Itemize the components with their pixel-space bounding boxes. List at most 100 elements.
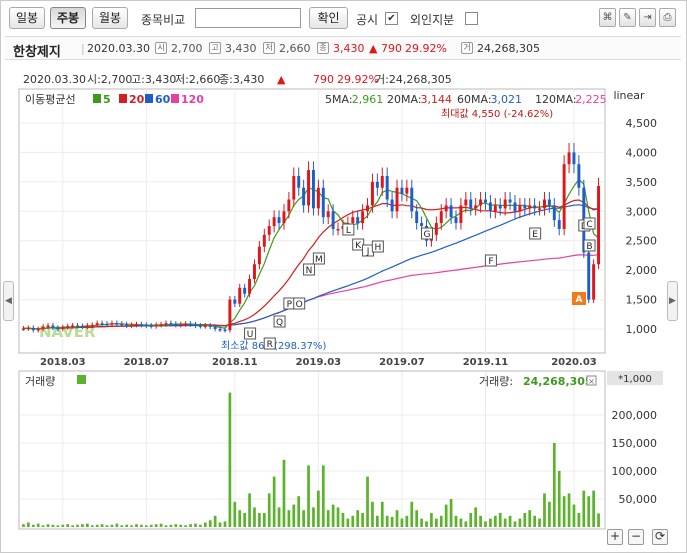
volume-bar bbox=[513, 521, 517, 527]
volume-bar bbox=[597, 513, 600, 527]
candle-body bbox=[375, 181, 379, 188]
volume-bar bbox=[228, 392, 232, 527]
x-tick-label: 2019.11 bbox=[463, 357, 509, 368]
event-marker-label: N bbox=[306, 266, 313, 276]
volume-bar bbox=[420, 518, 423, 527]
volume-bar bbox=[282, 459, 286, 527]
candle-body bbox=[572, 152, 576, 165]
ma-value: 2,225 bbox=[575, 93, 607, 106]
disclosure-checkbox[interactable]: ✔ bbox=[385, 12, 398, 25]
candle-body bbox=[405, 187, 409, 194]
x-tick-label: 2020.03 bbox=[551, 357, 597, 368]
volume-bar bbox=[169, 524, 173, 527]
change-pct: 29.92% bbox=[405, 42, 447, 55]
volume-bar bbox=[410, 501, 414, 527]
foreign-ownership-checkbox[interactable] bbox=[465, 12, 478, 25]
candle-body bbox=[587, 252, 591, 300]
candle-body bbox=[110, 323, 114, 325]
zoom-in-button[interactable]: + bbox=[607, 529, 623, 545]
foreign-ownership-label: 외인지분 bbox=[410, 13, 455, 27]
volume-bar bbox=[469, 513, 473, 527]
scroll-left-arrow[interactable]: ◀ bbox=[3, 281, 14, 321]
volume-bar bbox=[130, 525, 133, 527]
candle-body bbox=[228, 299, 232, 331]
tab-weekly[interactable]: 주봉 bbox=[50, 7, 86, 29]
scroll-right-arrow[interactable]: ▶ bbox=[667, 281, 678, 321]
candle-body bbox=[484, 199, 487, 203]
volume-bar bbox=[562, 496, 566, 527]
candle-body bbox=[410, 187, 414, 212]
tab-daily[interactable]: 일봉 bbox=[9, 7, 45, 29]
volume-bar bbox=[371, 501, 374, 527]
candle-body bbox=[508, 199, 512, 203]
print-icon[interactable]: ⎙ bbox=[659, 8, 676, 27]
candle-body bbox=[316, 187, 320, 209]
indicator-icon[interactable]: ⌘ bbox=[599, 8, 616, 27]
stock-info-bar: 한창제지 | 2020.03.30 시 2,700 고 3,430 저 2,66… bbox=[5, 36, 681, 60]
candle-body bbox=[459, 205, 463, 224]
volume-current: 24,268,305 bbox=[523, 375, 593, 388]
ma-legend-label: 120 bbox=[181, 93, 204, 106]
candle-body bbox=[80, 326, 84, 328]
price-tick-label: 3,500 bbox=[626, 176, 658, 189]
candle-body bbox=[139, 324, 143, 326]
volume-bar bbox=[144, 525, 148, 527]
open-icon: 시 bbox=[155, 42, 167, 54]
candle-body bbox=[174, 323, 178, 326]
candle-body bbox=[125, 324, 129, 326]
candle-body bbox=[400, 187, 404, 194]
volume-bar bbox=[140, 524, 143, 527]
x-tick-label: 2019.07 bbox=[379, 357, 425, 368]
ma-legend-title: 이동평균선 bbox=[25, 93, 76, 106]
candle-body bbox=[223, 329, 227, 332]
candle-body bbox=[41, 326, 45, 329]
candle-body bbox=[336, 228, 340, 231]
reset-button[interactable]: ⟳ bbox=[652, 529, 668, 545]
candle-body bbox=[434, 223, 438, 235]
volume-title: 거래량 bbox=[25, 375, 55, 388]
volume-bar bbox=[253, 507, 256, 527]
candle-body bbox=[90, 324, 94, 327]
ma-value: 3,021 bbox=[491, 93, 523, 106]
compare-input[interactable] bbox=[195, 8, 301, 28]
volume-bar bbox=[154, 524, 158, 527]
x-tick-label: 2018.07 bbox=[124, 357, 170, 368]
disclosure-label: 공시 bbox=[356, 13, 379, 27]
candle-body bbox=[385, 175, 389, 200]
volume-bar bbox=[51, 524, 55, 527]
candle-body bbox=[557, 220, 561, 229]
volume-icon: 거 bbox=[461, 42, 473, 54]
ma-value-label: 20MA: bbox=[387, 93, 422, 106]
zoom-out-button[interactable]: − bbox=[628, 529, 644, 545]
volume-bar bbox=[46, 524, 50, 527]
event-marker-label: J bbox=[366, 247, 370, 257]
candle-body bbox=[469, 199, 473, 209]
draw-tool-icon[interactable]: ✎ bbox=[619, 8, 636, 27]
header-close: 종:3,430 bbox=[219, 73, 264, 86]
ma-value-label: 60MA: bbox=[457, 93, 492, 106]
volume-bar bbox=[272, 476, 276, 527]
volume-bar bbox=[543, 493, 546, 527]
tab-monthly[interactable]: 월봉 bbox=[92, 7, 128, 29]
chart-window: 일봉 주봉 월봉 종목비교 확인 공시 ✔ 외인지분 ⌘ ✎ ⇥ ⎙ 한창제지 … bbox=[0, 0, 687, 553]
volume-bar bbox=[267, 493, 271, 527]
candle-body bbox=[189, 323, 193, 326]
candle-body bbox=[248, 278, 252, 294]
change-value: 790 bbox=[381, 42, 402, 55]
volume-bar bbox=[233, 501, 237, 527]
volume-bar bbox=[86, 523, 89, 527]
compare-label: 종목비교 bbox=[141, 13, 186, 27]
volume-bar bbox=[518, 518, 522, 527]
volume-bar bbox=[61, 524, 65, 527]
change-sign: ▲ bbox=[369, 42, 378, 55]
volume-bar bbox=[390, 516, 394, 527]
header-low: 저:2,660 bbox=[175, 73, 220, 86]
candlestick-chart[interactable]: 2020.03.30 시:2,700 고:3,430 저:2,660 종:3,4… bbox=[15, 67, 665, 547]
volume-bar bbox=[164, 525, 168, 527]
volume-bar bbox=[346, 518, 350, 527]
price-tick-label: 1,000 bbox=[626, 323, 658, 336]
header-open: 시:2,700 bbox=[87, 73, 132, 86]
volume-bar bbox=[189, 524, 192, 527]
cursor-tool-icon[interactable]: ⇥ bbox=[639, 8, 656, 27]
confirm-button[interactable]: 확인 bbox=[309, 7, 348, 29]
